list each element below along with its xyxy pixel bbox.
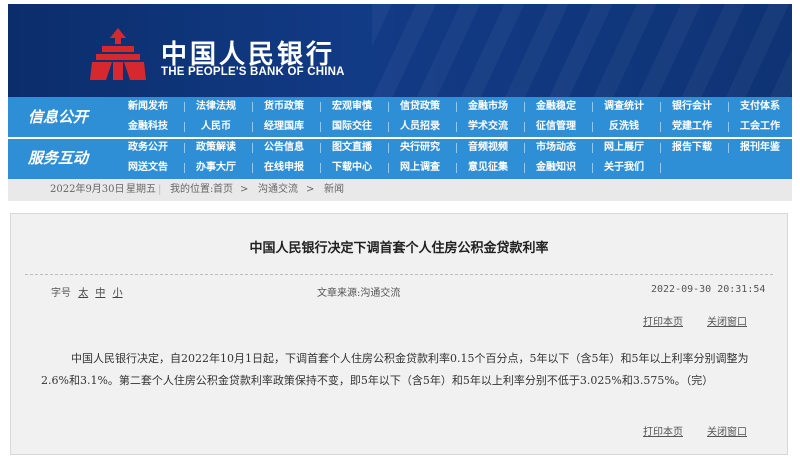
nav-item[interactable]: 政策解读 <box>182 138 253 158</box>
nav-item[interactable]: 下载中心 <box>318 158 389 178</box>
close-window-link[interactable]: 关闭窗口 <box>707 313 747 328</box>
breadcrumb-separator-icon: > <box>240 184 249 195</box>
nav-item[interactable]: 关于我们 <box>590 158 661 178</box>
nav-item[interactable]: 征信管理 <box>522 117 593 137</box>
nav-item[interactable]: 金融市场 <box>454 97 525 117</box>
nav-item[interactable]: 网上展厅 <box>590 138 661 158</box>
nav-item[interactable]: 市场动态 <box>522 138 593 158</box>
nav-section-title: 服务互动 <box>27 149 88 167</box>
nav-item[interactable]: 政务公开 <box>114 138 185 158</box>
nav-item[interactable]: 办事大厅 <box>182 158 253 178</box>
nav-item[interactable]: 银行会计 <box>658 97 729 117</box>
current-date: 2022年9月30日 <box>50 184 125 195</box>
breadcrumb: 2022年9月30日 星期五 | 我的位置: 首页 > 沟通交流 > 新闻 <box>8 179 792 201</box>
print-page-link-bottom[interactable]: 打印本页 <box>643 423 683 438</box>
nav-item[interactable]: 报告下载 <box>658 138 729 158</box>
nav-item[interactable]: 货币政策 <box>250 97 321 117</box>
nav-item[interactable]: 图文直播 <box>318 138 389 158</box>
nav-section-title: 信息公开 <box>27 108 88 126</box>
nav-item[interactable]: 金融科技 <box>114 117 185 137</box>
divider: | <box>158 184 162 195</box>
nav-section-info: 信息公开 新闻发布 法律法规 货币政策 宏观审慎 信贷政策 金融市场 金融稳定 调查统计 银行会… <box>8 97 797 139</box>
nav-item[interactable]: 学术交流 <box>454 117 525 137</box>
nav-item[interactable]: 意见征集 <box>454 158 525 178</box>
nav-item[interactable]: 人员招录 <box>386 117 457 137</box>
nav-item[interactable]: 党建工作 <box>658 117 729 137</box>
nav-item[interactable]: 网上调查 <box>386 158 457 178</box>
banner-decoration <box>372 4 792 97</box>
nav-item[interactable]: 人民币 <box>182 117 253 137</box>
breadcrumb-current: 新闻 <box>324 184 344 195</box>
nav-grid-service: 政务公开 政策解读 公告信息 图文直播 央行研究 音频视频 市场动态 网上展厅 报告下载 报刊年鉴… <box>114 138 797 178</box>
article-body: 中国人民银行决定，自2022年10月1日起，下调首套个人住房公积金贷款利率0.1… <box>41 352 749 387</box>
nav-grid-info: 新闻发布 法律法规 货币政策 宏观审慎 信贷政策 金融市场 金融稳定 调查统计 银行会计 支付体系… <box>114 97 797 137</box>
font-size-large-button[interactable]: 太 <box>78 288 88 299</box>
article-datetime: 2022-09-30 20:31:54 <box>651 284 766 295</box>
nav-item[interactable]: 信贷政策 <box>386 97 457 117</box>
nav-item[interactable]: 反洗钱 <box>590 117 661 137</box>
main-navigation: 信息公开 新闻发布 法律法规 货币政策 宏观审慎 信贷政策 金融市场 金融稳定 调查统计 银行会… <box>8 97 797 179</box>
nav-item[interactable]: 经理国库 <box>250 117 321 137</box>
nav-item[interactable]: 法律法规 <box>182 97 253 117</box>
close-window-link-bottom[interactable]: 关闭窗口 <box>707 423 747 438</box>
font-size-small-button[interactable]: 小 <box>113 288 123 299</box>
font-size-medium-button[interactable]: 中 <box>95 288 105 299</box>
print-page-link[interactable]: 打印本页 <box>643 313 683 328</box>
nav-item[interactable]: 在线申报 <box>250 158 321 178</box>
pboc-logo-icon <box>90 28 146 80</box>
nav-item[interactable]: 金融稳定 <box>522 97 593 117</box>
nav-item[interactable]: 报刊年鉴 <box>726 138 797 158</box>
nav-section-service: 服务互动 政务公开 政策解读 公告信息 图文直播 央行研究 音频视频 市场动态 网上展厅 报告下… <box>8 138 797 178</box>
bank-name-en: THE PEOPLE'S BANK OF CHINA <box>161 66 345 78</box>
header-banner: 中国人民银行 THE PEOPLE'S BANK OF CHINA <box>8 4 792 97</box>
location-label: 我的位置: <box>170 184 214 195</box>
nav-item[interactable]: 央行研究 <box>386 138 457 158</box>
current-weekday: 星期五 <box>126 184 156 195</box>
title-divider <box>25 274 773 275</box>
font-size-control: 字号 太 中 小 <box>51 284 123 299</box>
breadcrumb-home-link[interactable]: 首页 <box>213 179 233 201</box>
nav-item[interactable]: 支付体系 <box>726 97 797 117</box>
article-title: 中国人民银行决定下调首套个人住房公积金贷款利率 <box>249 241 549 256</box>
font-size-label: 字号 <box>51 288 71 299</box>
nav-item[interactable]: 音频视频 <box>454 138 525 158</box>
nav-item[interactable]: 网送文告 <box>114 158 185 178</box>
nav-item[interactable]: 新闻发布 <box>114 97 185 117</box>
article-source: 文章来源:沟通交流 <box>317 288 401 299</box>
nav-item[interactable]: 宏观审慎 <box>318 97 389 117</box>
nav-item[interactable]: 金融知识 <box>522 158 593 178</box>
nav-item[interactable]: 调查统计 <box>590 97 661 117</box>
breadcrumb-level1-link[interactable]: 沟通交流 <box>258 179 298 201</box>
breadcrumb-separator-icon: > <box>306 184 315 195</box>
nav-item[interactable]: 国际交往 <box>318 117 389 137</box>
nav-item[interactable]: 公告信息 <box>250 138 321 158</box>
article-panel: 中国人民银行决定下调首套个人住房公积金贷款利率 字号 太 中 小 文章来源:沟通… <box>10 213 788 455</box>
nav-item[interactable]: 工会工作 <box>726 117 797 137</box>
